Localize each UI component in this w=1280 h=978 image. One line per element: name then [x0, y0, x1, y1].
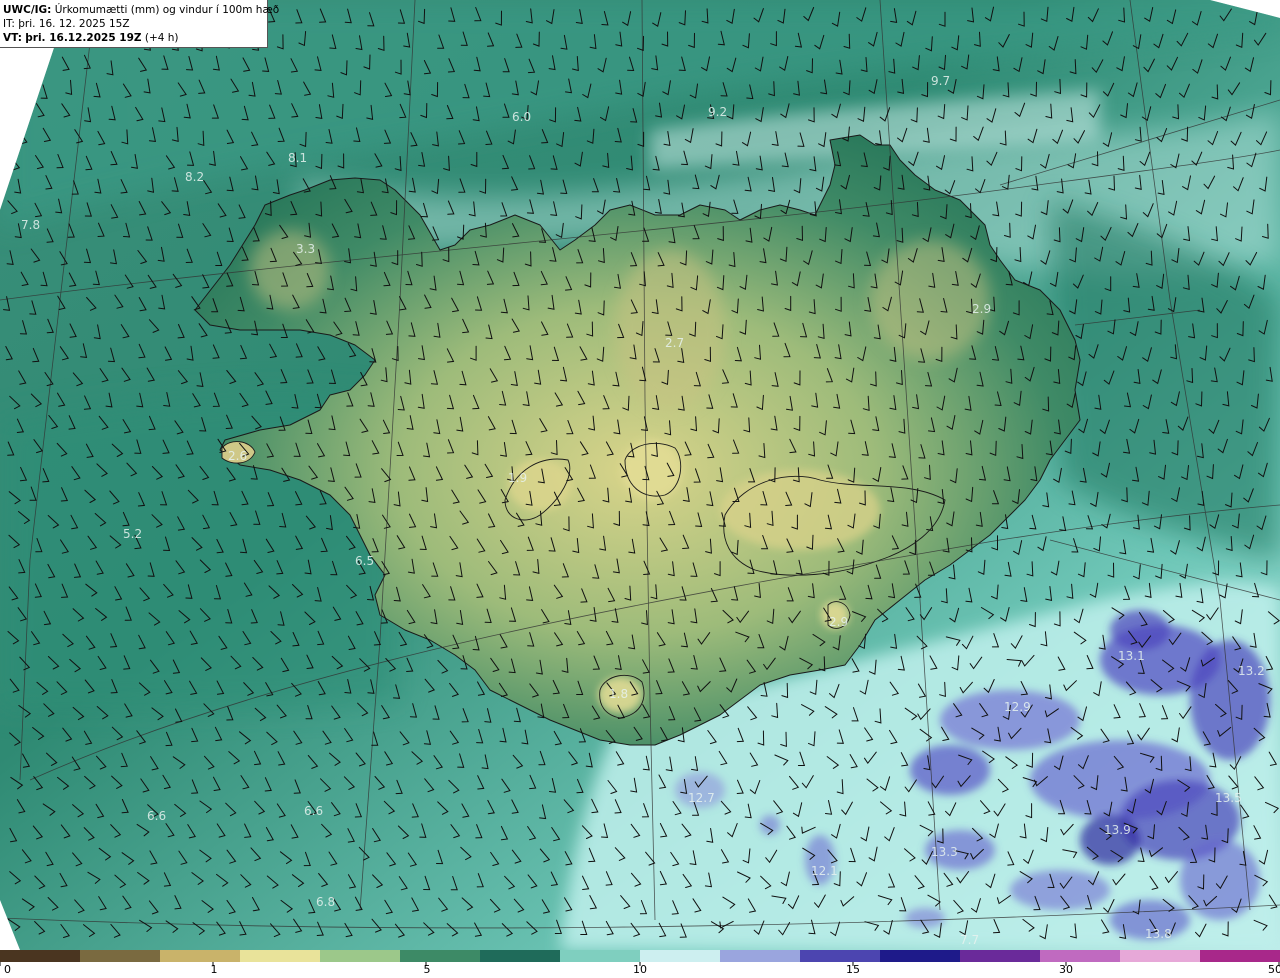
colorbar-segment	[80, 950, 161, 962]
point-label: 12.9	[1004, 700, 1031, 714]
colorbar-tick-label: 1	[210, 963, 218, 976]
map-title-box: UWC/IG: Úrkomumætti (mm) og vindur í 100…	[0, 0, 279, 48]
point-label: 8.2	[185, 170, 204, 184]
colorbar-segment	[480, 950, 561, 962]
init-prefix: IT:	[3, 18, 15, 30]
point-label: 13.2	[1238, 664, 1265, 678]
point-label: 6.5	[355, 554, 374, 568]
point-label: 6.0	[512, 110, 531, 124]
colorbar-tick-label: 30	[1059, 963, 1073, 976]
colorbar-segment	[240, 950, 321, 962]
colorbar-segment	[320, 950, 401, 962]
point-label: 3.3	[296, 242, 315, 256]
colorbar-segment	[160, 950, 241, 962]
colorbar-segment	[1040, 950, 1121, 962]
colorbar-segment	[800, 950, 881, 962]
point-label: 2.9	[972, 302, 991, 316]
point-label: 1.9	[508, 471, 527, 485]
valid-time: þri. 16.12.2025 19Z	[25, 32, 142, 44]
colorbar-segment	[1200, 950, 1280, 962]
colorbar-segment	[0, 950, 81, 962]
point-label: 12.1	[811, 864, 838, 878]
point-label: 7.7	[960, 933, 979, 947]
colorbar-tick-label: 10	[633, 963, 647, 976]
point-label: 9.7	[931, 74, 950, 88]
colorbar-tick-label: 50	[1268, 963, 1280, 976]
colorbar-segment	[720, 950, 801, 962]
init-time-line: IT: þri. 16. 12. 2025 15Z	[3, 17, 267, 31]
point-label: 7.8	[21, 218, 40, 232]
point-label: 6.6	[147, 809, 166, 823]
point-label: 2.6	[228, 449, 247, 463]
valid-time-line: VT: þri. 16.12.2025 19Z (+4 h)	[3, 31, 267, 45]
point-label: 1.8	[609, 687, 628, 701]
point-label: 2.9	[829, 615, 848, 629]
valid-prefix: VT:	[3, 32, 22, 44]
point-label: 8.1	[288, 151, 307, 165]
point-label: 9.2	[708, 105, 727, 119]
title-line: UWC/IG: Úrkomumætti (mm) og vindur í 100…	[3, 3, 279, 17]
init-time: þri. 16. 12. 2025 15Z	[18, 18, 130, 30]
point-label: 12.7	[688, 791, 715, 805]
point-label: 13.3	[931, 845, 958, 859]
colorbar-segment	[1120, 950, 1201, 962]
colorbar-segment	[560, 950, 641, 962]
colorbar-segment	[960, 950, 1041, 962]
point-label: 2.7	[665, 336, 684, 350]
map-canvas: 6.0 9.2 9.7 8.1 8.2 7.8 3.3 2.9 2.7 2.6 …	[0, 0, 1280, 978]
point-label: 13.1	[1118, 649, 1145, 663]
colorbar-segment	[640, 950, 721, 962]
model-name: UWC/IG:	[3, 4, 52, 16]
colorbar-segment	[400, 950, 481, 962]
colorbar-tick-label: 0	[4, 963, 11, 976]
colorbar-tick-label: 15	[846, 963, 860, 976]
point-label: 13.8	[1145, 927, 1172, 941]
point-label: 13.5	[1215, 791, 1242, 805]
field-layer: 6.0 9.2 9.7 8.1 8.2 7.8 3.3 2.9 2.7 2.6 …	[0, 0, 1280, 950]
point-label: 6.6	[304, 804, 323, 818]
forecast-map: 6.0 9.2 9.7 8.1 8.2 7.8 3.3 2.9 2.7 2.6 …	[0, 0, 1280, 978]
lead-time: (+4 h)	[144, 32, 179, 44]
point-label: 5.2	[123, 527, 142, 541]
colorbar-tick-label: 5	[423, 963, 431, 976]
point-label: 13.9	[1104, 823, 1131, 837]
point-label: 6.8	[316, 895, 335, 909]
colorbar-segment	[880, 950, 961, 962]
product-title: Úrkomumætti (mm) og vindur í 100m hæð	[54, 4, 280, 16]
